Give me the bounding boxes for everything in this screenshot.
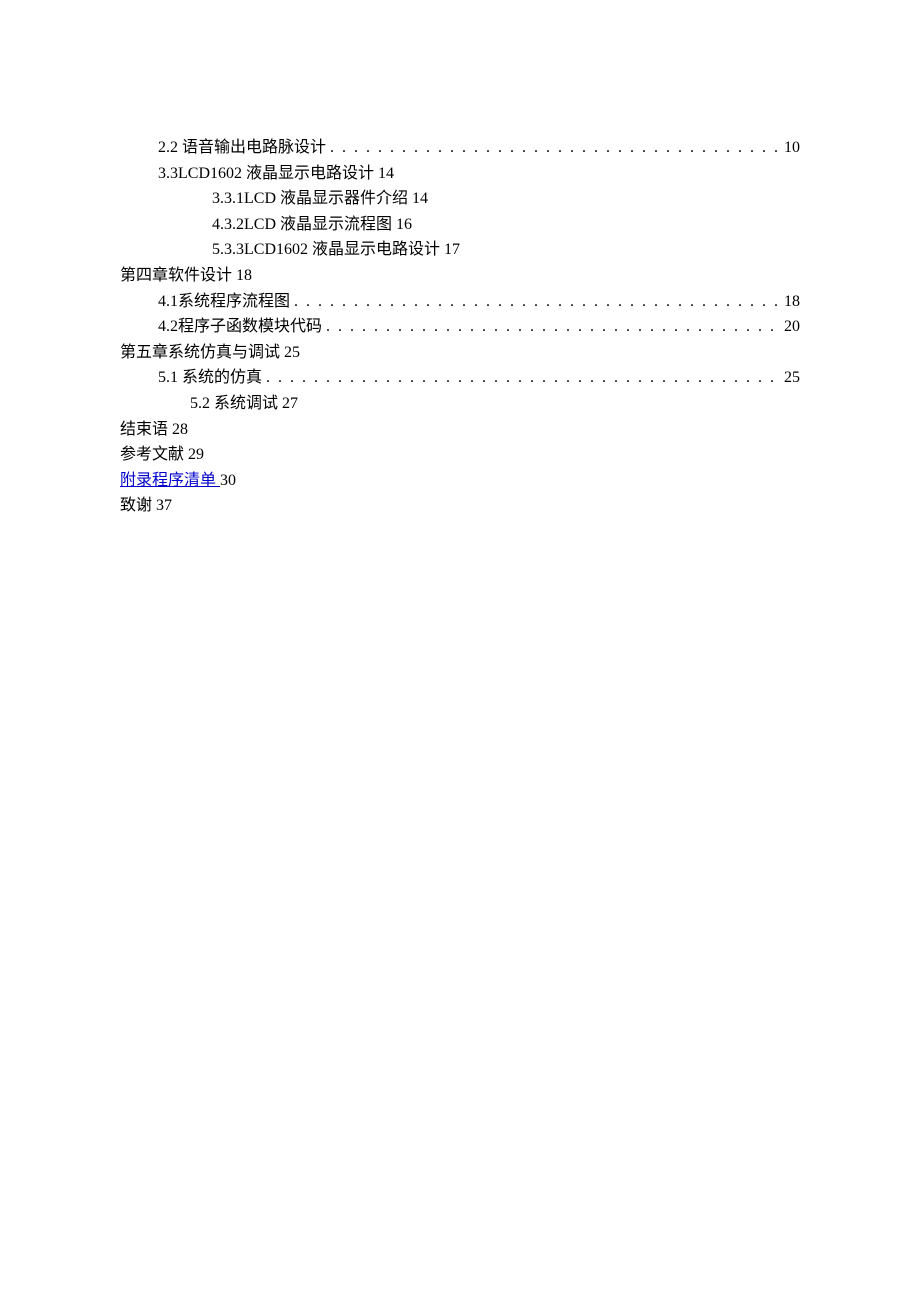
- toc-title: 第五章系统仿真与调试 25: [120, 340, 300, 366]
- toc-title: 参考文献 29: [120, 442, 204, 468]
- toc-title: 系统程序流程图: [178, 289, 290, 315]
- toc-title: 第四章软件设计 18: [120, 263, 252, 289]
- toc-number: 4.2: [158, 314, 178, 340]
- toc-entry: 5.2 系统调试 27: [120, 391, 800, 417]
- toc-entry: 第四章软件设计 18: [120, 263, 800, 289]
- toc-entry: 3. 3.1LCD 液晶显示器件介绍 14: [120, 186, 800, 212]
- toc-entry: 5. 1 系统的仿真 25: [120, 365, 800, 391]
- toc-title: 致谢 37: [120, 493, 172, 519]
- toc-title: 程序子函数模块代码: [178, 314, 322, 340]
- toc-entry: 4.2 程序子函数模块代码 20: [120, 314, 800, 340]
- toc-leader-dots: [326, 314, 780, 340]
- toc-number: 3: [158, 161, 166, 187]
- toc-title: 1 系统的仿真: [170, 365, 262, 391]
- toc-title: .2 语音输出电路脉设计: [166, 135, 326, 161]
- toc-leader-dots: [330, 135, 780, 161]
- toc-page-number: 20: [784, 314, 800, 340]
- toc-page-number: 25: [784, 365, 800, 391]
- toc-entry: 2 .2 语音输出电路脉设计 10: [120, 135, 800, 161]
- toc-title: 3.2LCD 液晶显示流程图 16: [224, 212, 412, 238]
- toc-number: 5.: [212, 237, 224, 263]
- toc-leader-dots: [294, 289, 780, 315]
- toc-title: 3.1LCD 液晶显示器件介绍 14: [224, 186, 428, 212]
- toc-entry: 4. 3.2LCD 液晶显示流程图 16: [120, 212, 800, 238]
- toc-title: 5.2 系统调试 27: [190, 391, 298, 417]
- toc-number: 5.: [158, 365, 170, 391]
- toc-entry: 附录程序清单 30: [120, 468, 800, 494]
- toc-entry: 结束语 28: [120, 417, 800, 443]
- toc-entry: 致谢 37: [120, 493, 800, 519]
- toc-number: 4.1: [158, 289, 178, 315]
- toc-leader-dots: [266, 365, 780, 391]
- table-of-contents: 2 .2 语音输出电路脉设计103 .3LCD1602 液晶显示电路设计 143…: [120, 135, 800, 519]
- toc-page-number: 10: [784, 135, 800, 161]
- toc-entry: 5. 3.3LCD1602 液晶显示电路设计 17: [120, 237, 800, 263]
- toc-number: 4.: [212, 212, 224, 238]
- toc-title: .3LCD1602 液晶显示电路设计 14: [166, 161, 394, 187]
- toc-entry: 4.1 系统程序流程图 18: [120, 289, 800, 315]
- toc-title: 3.3LCD1602 液晶显示电路设计 17: [224, 237, 460, 263]
- toc-entry: 参考文献 29: [120, 442, 800, 468]
- toc-entry: 第五章系统仿真与调试 25: [120, 340, 800, 366]
- toc-suffix: 30: [220, 472, 236, 489]
- toc-entry: 3 .3LCD1602 液晶显示电路设计 14: [120, 161, 800, 187]
- toc-number: 3.: [212, 186, 224, 212]
- toc-number: 2: [158, 135, 166, 161]
- toc-link-text[interactable]: 附录程序清单 30: [120, 468, 236, 494]
- toc-title: 结束语 28: [120, 417, 188, 443]
- toc-page-number: 18: [784, 289, 800, 315]
